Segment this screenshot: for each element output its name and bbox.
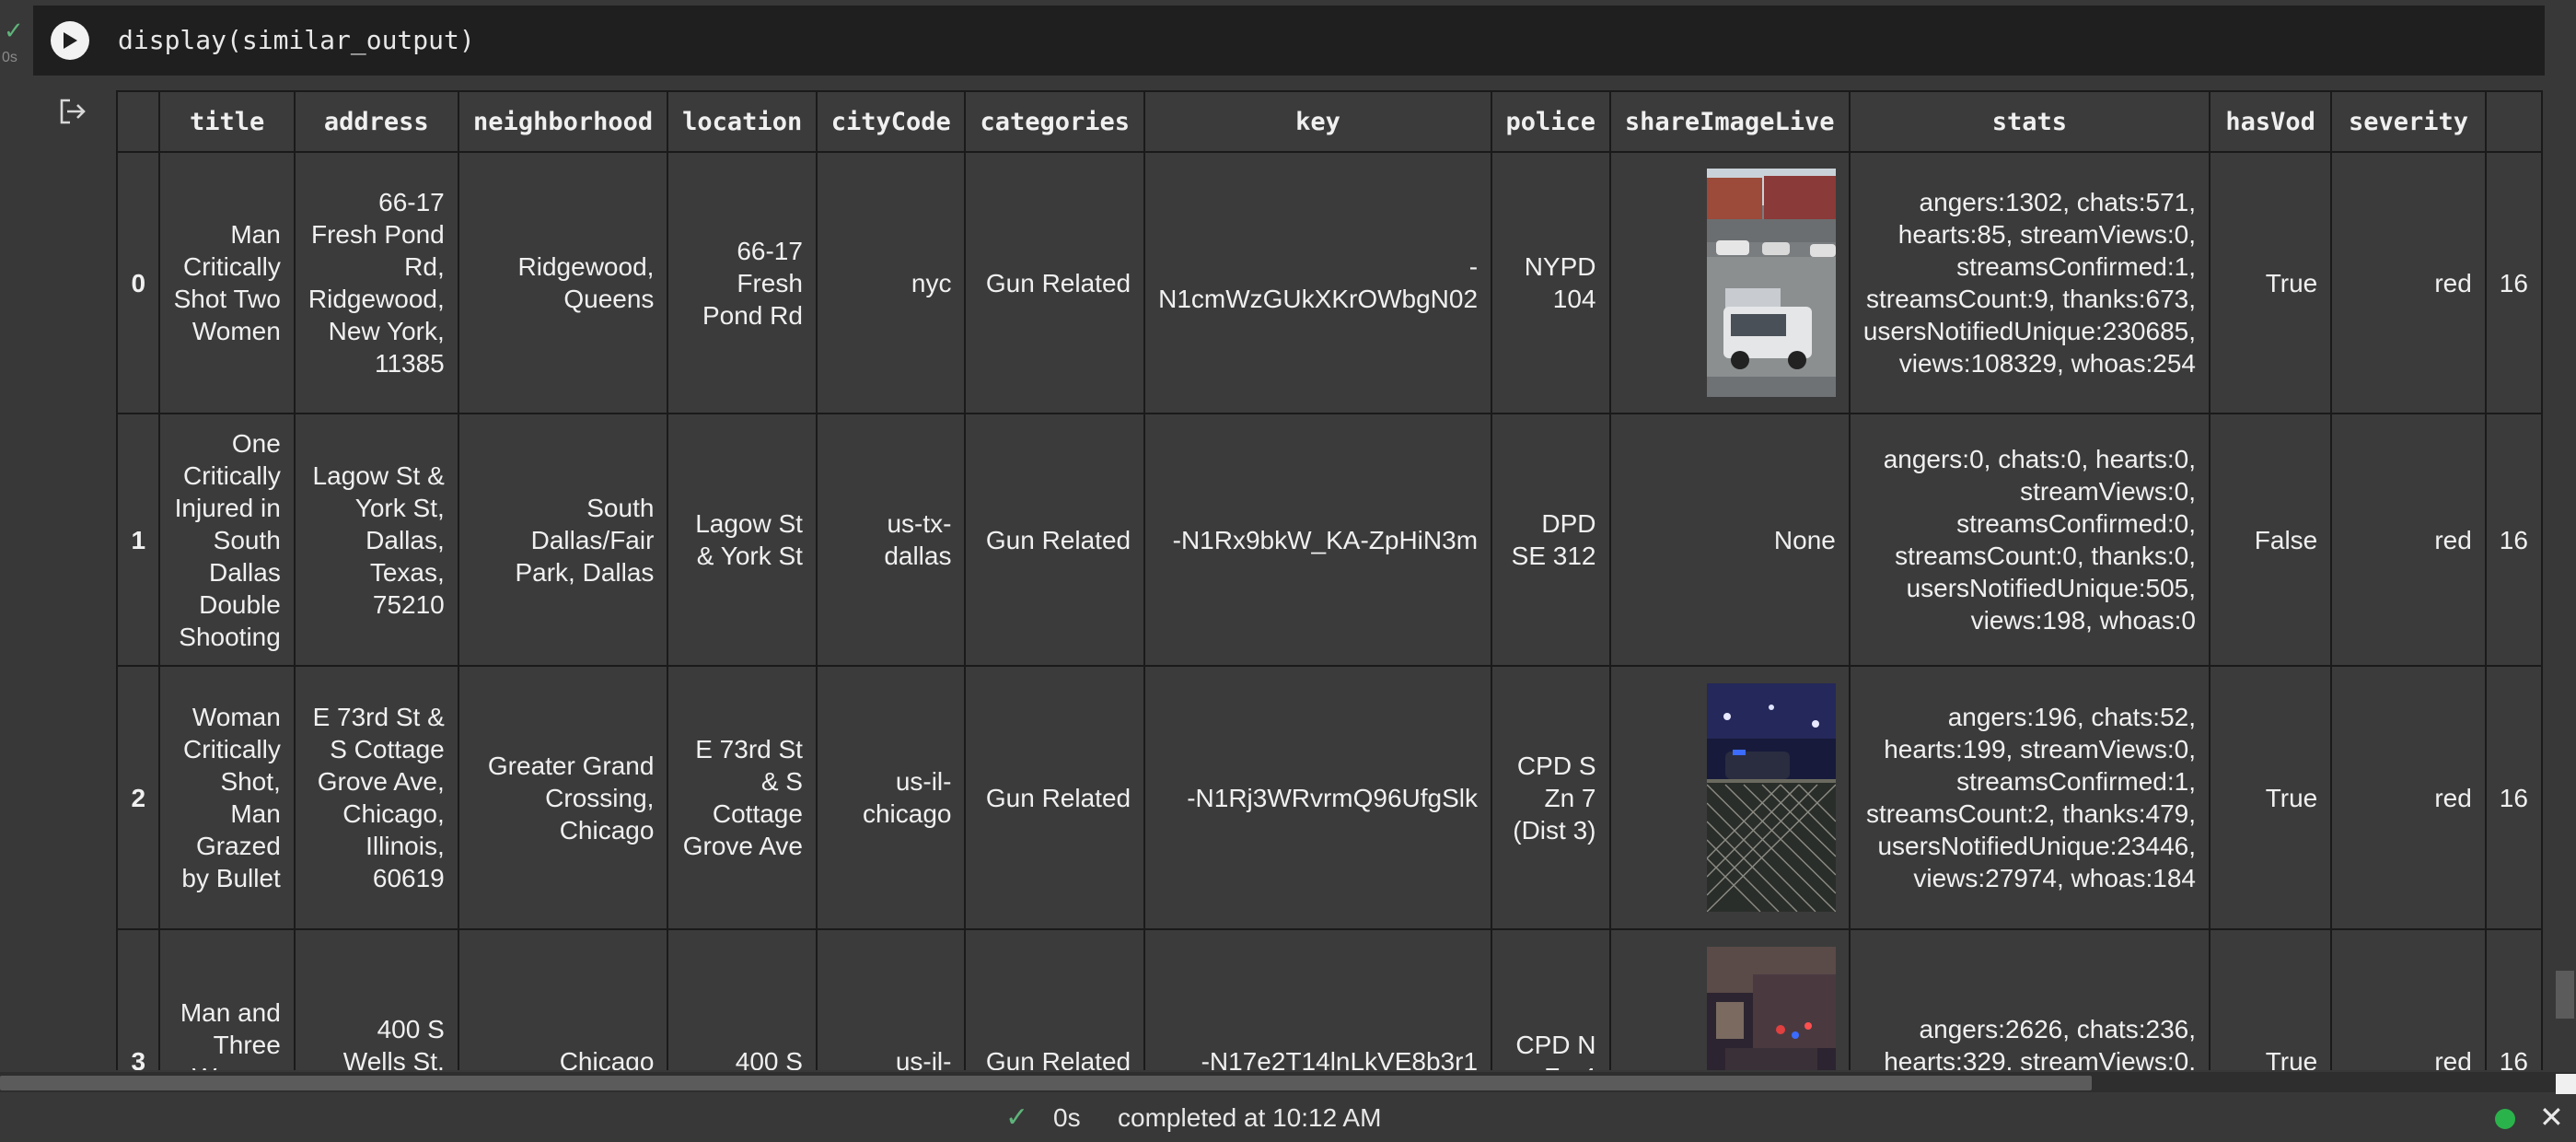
cell-shareimagelive	[1608, 665, 1851, 930]
cell-neighborhood: South Dallas/Fair Park, Dallas	[457, 413, 669, 667]
cell-title: Man and Three Women Shot by	[158, 928, 296, 1070]
cell-categories: Gun Related	[964, 928, 1146, 1070]
horizontal-scrollbar-thumb[interactable]	[0, 1076, 2092, 1090]
cell-extra: 16	[2484, 665, 2543, 930]
col-header-index	[116, 90, 161, 153]
cell-extra: 16	[2484, 151, 2543, 414]
cell-severity: red	[2330, 413, 2487, 667]
row-index: 1	[116, 413, 161, 667]
col-header-stats: stats	[1848, 90, 2211, 153]
cell-address: 66-17 Fresh Pond Rd, Ridgewood, New York…	[293, 151, 459, 414]
col-header-severity: severity	[2330, 90, 2487, 153]
cell-title: Woman Critically Shot, Man Grazed by Bul…	[158, 665, 296, 930]
cell-categories: Gun Related	[964, 665, 1146, 930]
cell-shareimagelive	[1608, 928, 1851, 1070]
col-header-neighborhood: neighborhood	[457, 90, 669, 153]
vertical-scrollbar-thumb[interactable]	[2556, 971, 2574, 1019]
output-options-icon[interactable]	[57, 96, 88, 127]
cell-title: Man Critically Shot Two Women	[158, 151, 296, 414]
cell-stats: angers:196, chats:52, hearts:199, stream…	[1848, 665, 2211, 930]
col-header-citycode: cityCode	[815, 90, 967, 153]
cell-location: 66-17 Fresh Pond Rd	[667, 151, 818, 414]
cell-severity: red	[2330, 928, 2487, 1070]
cell-location: Lagow St & York St	[667, 413, 818, 667]
status-message: completed at 10:12 AM	[1118, 1103, 1382, 1132]
cell-neighborhood: Ridgewood, Queens	[457, 151, 669, 414]
check-icon: ✓	[4, 17, 24, 44]
table-row: 1 One Critically Injured in South Dallas…	[116, 413, 2543, 667]
col-header-hasvod: hasVod	[2208, 90, 2333, 153]
cell-key: -N1Rj3WRvrmQ96UfgSlk	[1143, 665, 1493, 930]
exec-time: 0s	[2, 50, 17, 65]
cell-severity: red	[2330, 151, 2487, 414]
incident-thumbnail-image[interactable]	[1706, 683, 1836, 912]
col-header-address: address	[293, 90, 459, 153]
cell-key: -N1cmWzGUkXKrOWbgN02	[1143, 151, 1493, 414]
cell-address: E 73rd St & S Cottage Grove Ave, Chicago…	[293, 665, 459, 930]
header-row: title address neighborhood location city…	[116, 90, 2543, 153]
cell-neighborhood: Chicago	[457, 928, 669, 1070]
status-exec-time: 0s	[1053, 1103, 1081, 1132]
dataframe-output[interactable]: title address neighborhood location city…	[116, 90, 2543, 1070]
code-text[interactable]: display(similar_output)	[118, 6, 475, 76]
code-cell[interactable]: display(similar_output)	[33, 6, 2545, 76]
cell-key: -N17e2T14lnLkVE8b3r1	[1143, 928, 1493, 1070]
col-header-location: location	[667, 90, 818, 153]
play-icon	[64, 32, 77, 49]
close-icon[interactable]: ✕	[2539, 1100, 2564, 1135]
cell-hasvod: True	[2208, 151, 2333, 414]
table-row: 0 Man Critically Shot Two Women 66-17 Fr…	[116, 151, 2543, 414]
cell-address: Lagow St & York St, Dallas, Texas, 75210	[293, 413, 459, 667]
cell-citycode: nyc	[815, 151, 967, 414]
cell-extra: 16	[2484, 928, 2543, 1070]
cell-citycode: us-il-chicago	[815, 665, 967, 930]
cell-categories: Gun Related	[964, 151, 1146, 414]
check-icon: ✓	[1005, 1102, 1029, 1133]
dataframe-table: title address neighborhood location city…	[116, 90, 2543, 1070]
incident-thumbnail-image[interactable]	[1706, 169, 1836, 397]
col-header-categories: categories	[964, 90, 1146, 153]
cell-police: NYPD 104	[1491, 151, 1611, 414]
cell-hasvod: True	[2208, 665, 2333, 930]
table-row: 2 Woman Critically Shot, Man Grazed by B…	[116, 665, 2543, 930]
cell-gutter: ✓ 0s	[0, 0, 33, 1078]
cell-key: -N1Rx9bkW_KA-ZpHiN3m	[1143, 413, 1493, 667]
cell-citycode: us-tx-dallas	[815, 413, 967, 667]
connection-status-indicator[interactable]	[2495, 1109, 2515, 1129]
col-header-key: key	[1143, 90, 1493, 153]
cell-stats: angers:1302, chats:571, hearts:85, strea…	[1848, 151, 2211, 414]
cell-stats: angers:0, chats:0, hearts:0, streamViews…	[1848, 413, 2211, 667]
col-header-shareimagelive: shareImageLive	[1608, 90, 1851, 153]
table-row: 3 Man and Three Women Shot by 400 S Well…	[116, 928, 2543, 1070]
col-header-police: police	[1491, 90, 1611, 153]
cell-severity: red	[2330, 665, 2487, 930]
cell-stats: angers:2626, chats:236, hearts:329, stre…	[1848, 928, 2211, 1070]
cell-location: 400 S	[667, 928, 818, 1070]
col-header-extra	[2484, 90, 2543, 153]
cell-shareimagelive: None	[1608, 413, 1851, 667]
cell-location: E 73rd St & S Cottage Grove Ave	[667, 665, 818, 930]
cell-police: CPD N Zn 4	[1491, 928, 1611, 1070]
row-index: 3	[116, 928, 161, 1070]
cell-citycode: us-il-	[815, 928, 967, 1070]
row-index: 2	[116, 665, 161, 930]
run-cell-button[interactable]	[51, 21, 89, 60]
cell-police: CPD S Zn 7 (Dist 3)	[1491, 665, 1611, 930]
cell-categories: Gun Related	[964, 413, 1146, 667]
cell-neighborhood: Greater Grand Crossing, Chicago	[457, 665, 669, 930]
row-index: 0	[116, 151, 161, 414]
cell-police: DPD SE 312	[1491, 413, 1611, 667]
status-bar: ✓ 0s completed at 10:12 AM ✕	[0, 1094, 2576, 1142]
cell-hasvod: True	[2208, 928, 2333, 1070]
cell-extra: 16	[2484, 413, 2543, 667]
col-header-title: title	[158, 90, 296, 153]
cell-hasvod: False	[2208, 413, 2333, 667]
incident-thumbnail-image[interactable]	[1706, 947, 1836, 1070]
cell-address: 400 S Wells St, Chicago	[293, 928, 459, 1070]
scroll-corner	[2556, 1074, 2576, 1094]
cell-shareimagelive	[1608, 151, 1851, 414]
cell-title: One Critically Injured in South Dallas D…	[158, 413, 296, 667]
